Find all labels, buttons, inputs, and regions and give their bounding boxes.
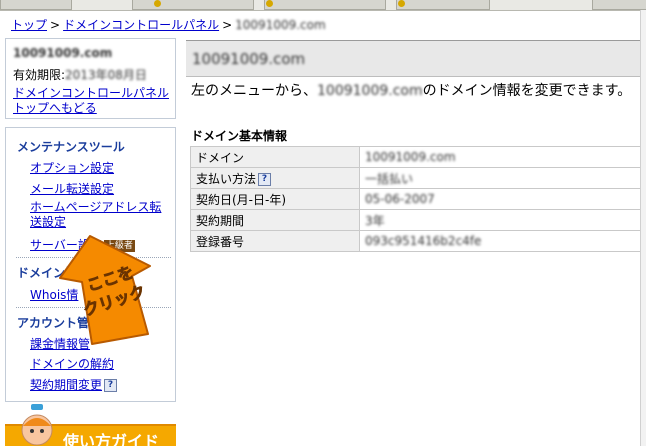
message-domain: 10091009.com <box>317 83 423 99</box>
field-value: 093c951416b2c4fe <box>365 234 482 248</box>
table-cell-value: 一括払い <box>359 167 642 189</box>
expiry-label: 有効期限: <box>13 68 66 82</box>
tab-favicon-icon <box>266 0 273 7</box>
field-value: 3年 <box>365 213 385 228</box>
sidebar-item-mail-forwarding[interactable]: メール転送設定 <box>30 180 114 197</box>
tab-favicon-icon <box>398 0 405 7</box>
field-label: 登録番号 <box>196 234 245 249</box>
mascot-character-icon <box>21 404 53 446</box>
sidebar-domain-name: 10091009.com <box>13 46 113 60</box>
table-cell-value: 3年 <box>359 209 642 231</box>
browser-tab[interactable] <box>396 0 490 10</box>
breadcrumb-separator: > <box>50 18 61 32</box>
table-row: 支払い方法? 一括払い <box>190 167 642 189</box>
table-cell-label: 登録番号 <box>190 230 360 252</box>
sidebar-item-option-settings[interactable]: オプション設定 <box>30 159 114 176</box>
field-value: 10091009.com <box>365 150 456 164</box>
help-icon[interactable]: ? <box>258 172 272 186</box>
table-row: 登録番号 093c951416b2c4fe <box>190 230 642 252</box>
table-cell-value: 05-06-2007 <box>359 188 642 210</box>
breadcrumb-current-domain: 10091009.com <box>235 18 326 32</box>
table-row: ドメイン 10091009.com <box>190 146 642 168</box>
field-label: 契約期間 <box>196 213 245 228</box>
sidebar-item-homepage-forwarding[interactable]: ホームページアドレス転送設定 <box>30 200 165 230</box>
table-cell-value: 10091009.com <box>359 146 642 168</box>
table-cell-label: 契約期間 <box>190 209 360 231</box>
maintenance-tools-heading: メンテナンスツール <box>17 140 125 154</box>
table-cell-label: ドメイン <box>190 146 360 168</box>
message-suffix: のドメイン情報を変更できます。 <box>422 83 632 99</box>
browser-tab[interactable] <box>132 0 254 10</box>
breadcrumb-panel-link[interactable]: ドメインコントロールパネル <box>63 18 219 32</box>
message-prefix: 左のメニューから、 <box>191 83 317 99</box>
page-title-bar: 10091009.com <box>186 40 646 77</box>
sidebar-item-domain-cancel[interactable]: ドメインの解約 <box>30 355 114 372</box>
help-icon[interactable]: ? <box>104 379 118 392</box>
domain-info-table: ドメイン 10091009.com 支払い方法? 一括払い契約日(月-日-年) 05-0… <box>190 146 642 252</box>
field-value: 一括払い <box>365 171 414 186</box>
field-label: 契約日(月-日-年) <box>196 192 287 207</box>
table-row: 契約日(月-日-年) 05-06-2007 <box>190 188 642 210</box>
instruction-message: 左のメニューから、10091009.comのドメイン情報を変更できます。 <box>191 80 631 100</box>
table-cell-value: 093c951416b2c4fe <box>359 230 642 252</box>
tab-favicon-icon <box>154 0 161 7</box>
field-value: 05-06-2007 <box>365 192 435 206</box>
browser-tab[interactable] <box>592 0 646 10</box>
browser-tab[interactable] <box>0 0 72 10</box>
table-row: 契約期間 3年 <box>190 209 642 231</box>
control-panel-top-link[interactable]: ドメインコントロールパネルトップへもどる <box>13 86 173 116</box>
domain-summary-panel: 10091009.com 有効期限:2013年08月日 ドメインコントロールパネ… <box>5 38 176 119</box>
table-cell-label: 契約日(月-日-年) <box>190 188 360 210</box>
breadcrumb-top-link[interactable]: トップ <box>11 18 47 32</box>
expiry-date: 有効期限:2013年08月日 <box>13 66 147 83</box>
field-label: ドメイン <box>196 150 245 165</box>
click-here-arrow-callout: ここを クリック <box>59 235 151 345</box>
sidebar-item-contract-period-change[interactable]: 契約期間変更 <box>30 378 102 392</box>
domain-basic-info-heading: ドメイン基本情報 <box>191 129 288 143</box>
field-label: 支払い方法 <box>196 171 257 186</box>
expiry-value: 2013年08月日 <box>65 68 147 82</box>
page-title: 10091009.com <box>192 50 306 68</box>
table-cell-label: 支払い方法? <box>190 167 360 189</box>
browser-tab-strip <box>0 0 646 11</box>
window-right-edge <box>640 10 646 446</box>
breadcrumb-separator: > <box>222 18 233 32</box>
sidebar-item-contract-change-row: 契約期間変更? <box>30 376 118 393</box>
breadcrumb: トップ > ドメインコントロールパネル >10091009.com <box>11 16 326 33</box>
usage-guide-label: 使い方ガイド <box>63 432 160 446</box>
browser-tab[interactable] <box>264 0 386 10</box>
